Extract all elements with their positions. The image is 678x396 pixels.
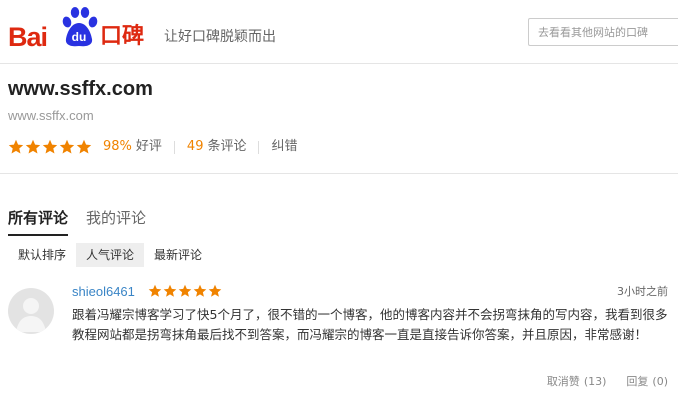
- star-icon: [193, 284, 207, 297]
- review-rating-stars: [148, 284, 222, 298]
- search-input[interactable]: [528, 18, 678, 46]
- star-icon: [148, 284, 162, 297]
- cancel-like-button[interactable]: 取消赞 (13): [547, 374, 607, 390]
- avatar-placeholder-icon: [16, 298, 46, 332]
- sort-popular[interactable]: 人气评论: [76, 243, 145, 267]
- tab-my-reviews[interactable]: 我的评论: [86, 208, 146, 236]
- site-info-panel: www.ssffx.com www.ssffx.com 98% 好评 49 条评…: [0, 64, 678, 174]
- site-url[interactable]: www.ssffx.com: [8, 108, 94, 124]
- divider: [173, 140, 175, 154]
- positive-rate: 98%: [103, 139, 132, 154]
- sort-default[interactable]: 默认排序: [8, 243, 76, 267]
- sort-options: 默认排序 人气评论 最新评论: [8, 243, 212, 267]
- logo-paw-text: du: [72, 30, 87, 44]
- star-icon: [178, 284, 192, 297]
- star-icon: [163, 284, 177, 297]
- page-header: Bai du 口碑 让好口碑脱颖而出: [0, 0, 678, 64]
- review-username[interactable]: shieol6461: [72, 283, 135, 301]
- cancel-like-count: (13): [583, 375, 607, 388]
- baidu-paw-icon: du: [62, 7, 98, 47]
- positive-label: 好评: [135, 139, 162, 154]
- review-tabs: 所有评论 我的评论: [8, 208, 146, 236]
- divider: [258, 140, 260, 154]
- site-rating-stars: [8, 139, 92, 155]
- site-stats: 98% 好评 49 条评论 纠错: [8, 137, 298, 157]
- report-error-link[interactable]: 纠错: [271, 137, 297, 157]
- reply-button[interactable]: 回复 (0): [626, 374, 668, 390]
- star-icon: [8, 139, 24, 154]
- star-icon: [42, 139, 58, 154]
- review-count-label[interactable]: 条评论: [207, 137, 246, 157]
- star-icon: [59, 139, 75, 154]
- logo-text-bai: Bai: [8, 22, 48, 52]
- reply-count: (0): [652, 375, 668, 388]
- review-count[interactable]: 49: [187, 137, 204, 157]
- reply-label: 回复: [626, 375, 649, 388]
- cancel-like-label: 取消赞: [546, 375, 580, 388]
- review-time: 3小时之前: [617, 285, 668, 298]
- review-content: 跟着冯耀宗博客学习了快5个月了，很不错的一个博客，他的博客内容并不会拐弯抹角的写…: [72, 307, 668, 342]
- sort-latest[interactable]: 最新评论: [144, 243, 212, 267]
- header-slogan: 让好口碑脱颖而出: [164, 29, 276, 45]
- star-icon: [208, 284, 222, 297]
- baidu-koubei-logo[interactable]: Bai du 口碑: [8, 6, 148, 52]
- star-icon: [76, 139, 92, 154]
- star-icon: [25, 139, 41, 154]
- tab-all-reviews[interactable]: 所有评论: [8, 208, 69, 236]
- site-title: www.ssffx.com: [8, 78, 153, 100]
- review-actions: 取消赞 (13) 回复 (0): [547, 374, 668, 390]
- avatar[interactable]: [8, 288, 54, 334]
- logo-text-koubei: 口碑: [100, 24, 145, 49]
- review-item: shieol6461 3小时之前 跟着冯耀宗博客学习了快5个月了，很不错的一个博…: [0, 278, 678, 396]
